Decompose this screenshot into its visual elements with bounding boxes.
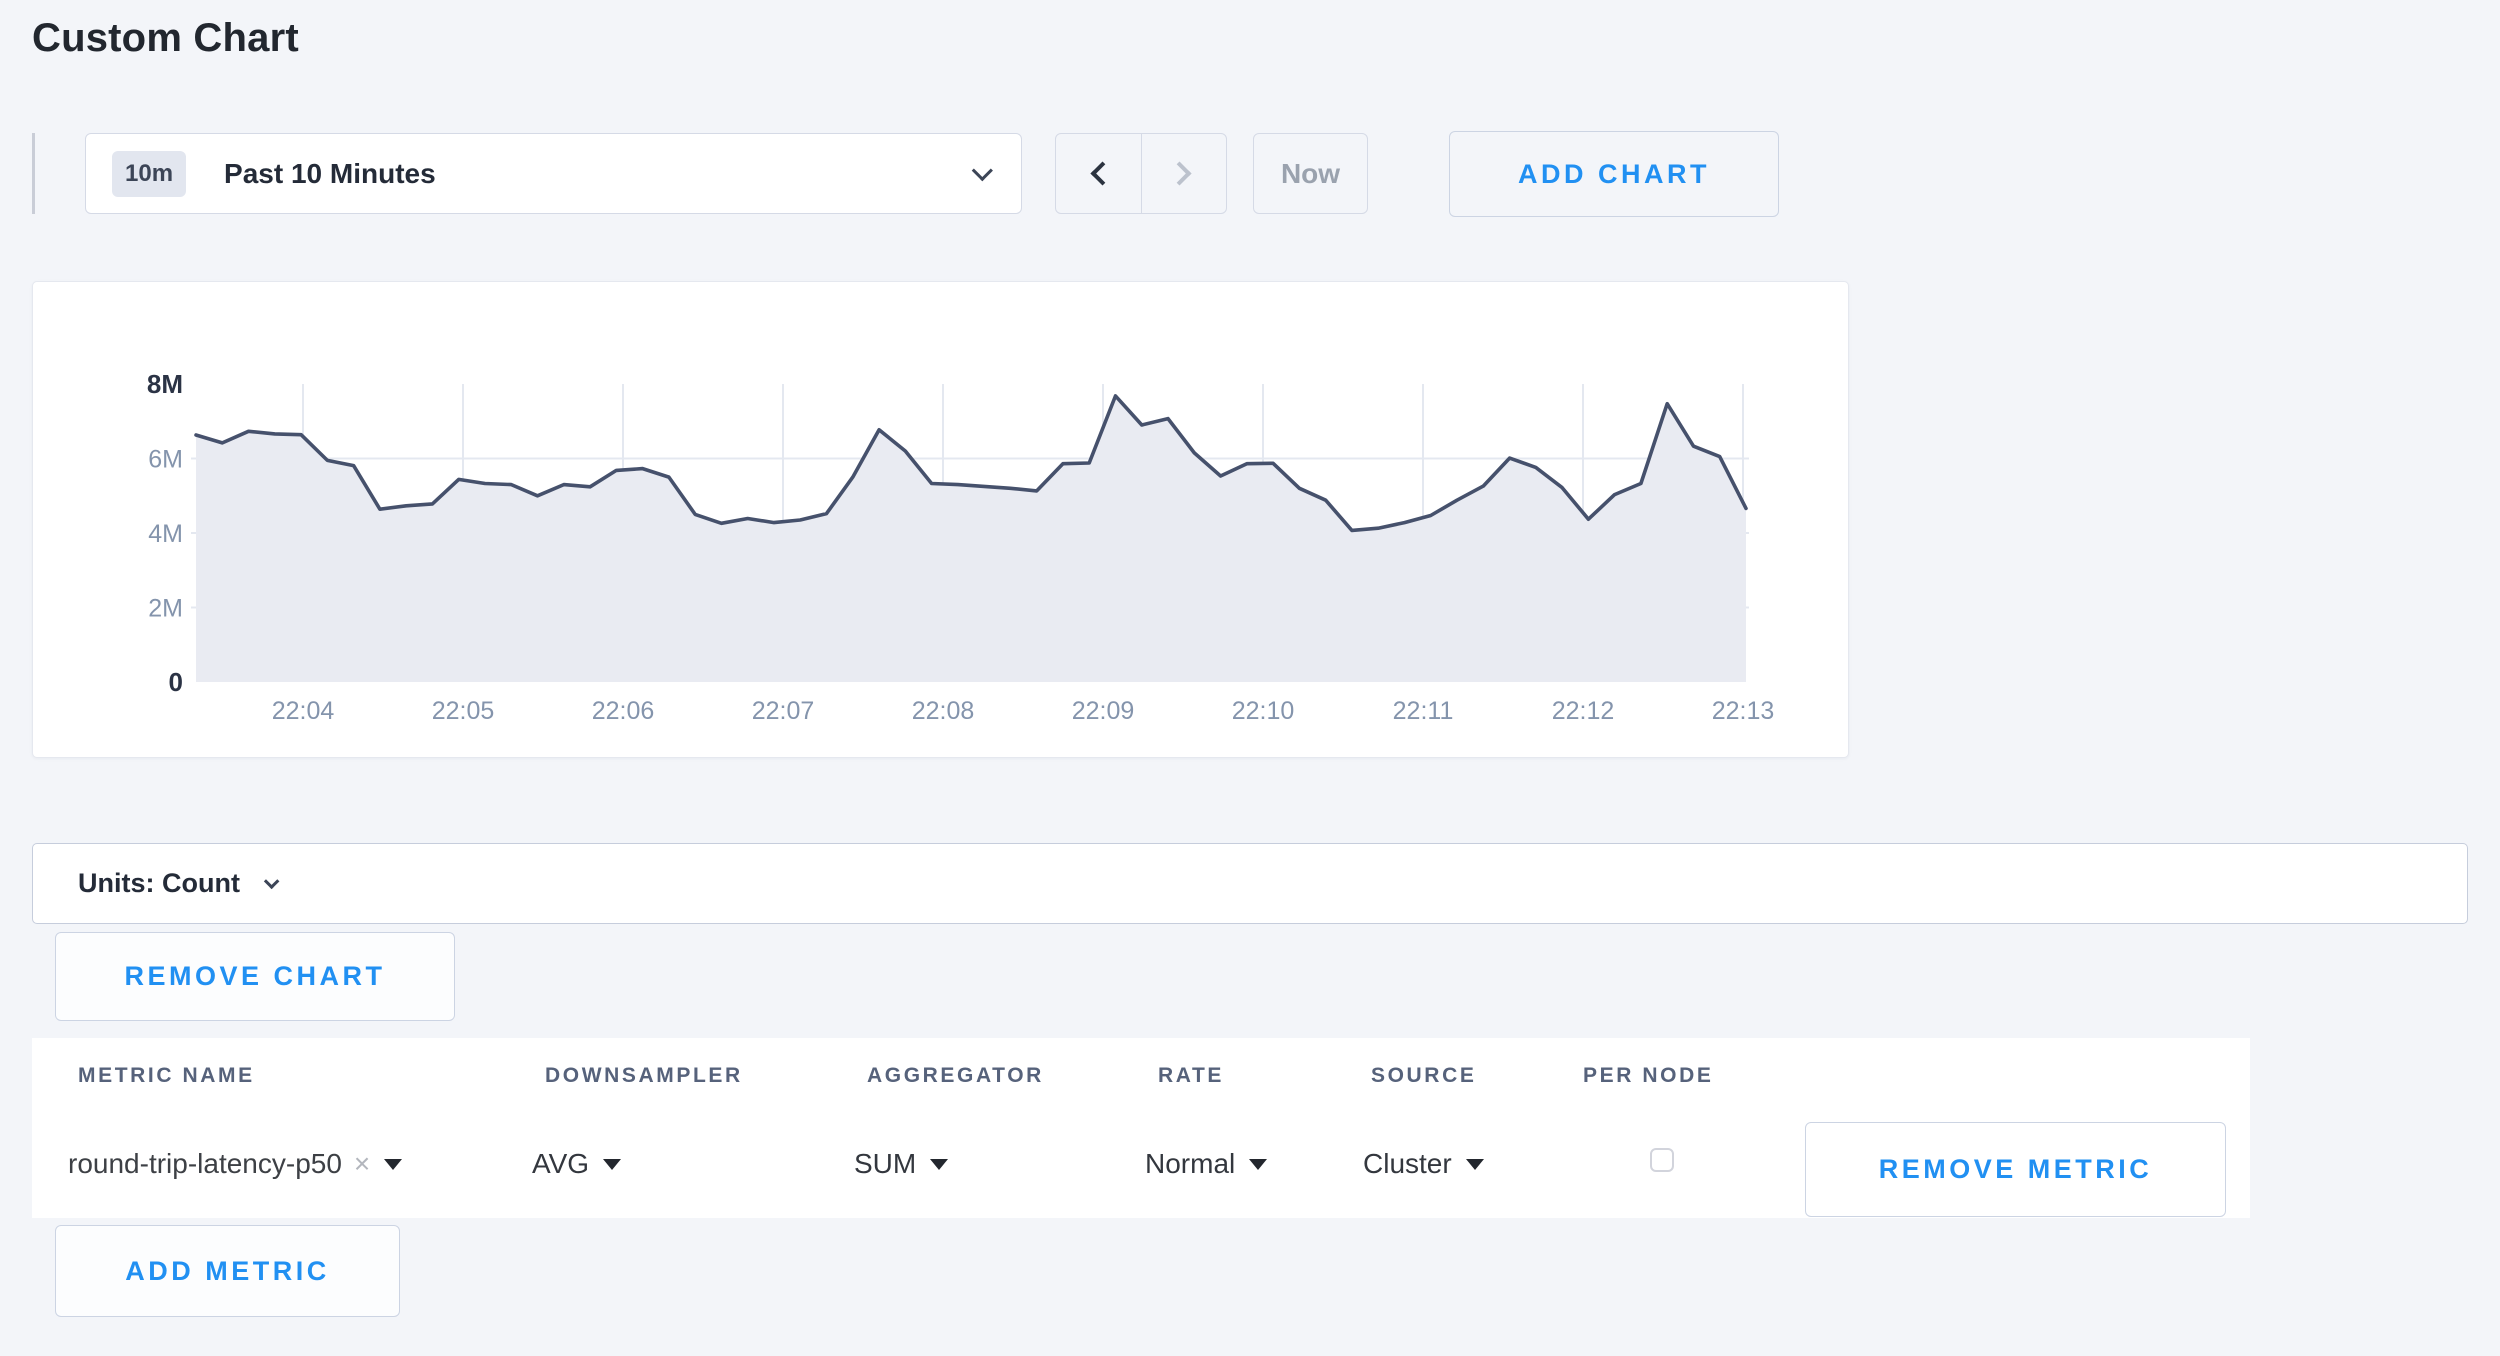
dropdown-caret-icon [384,1159,402,1170]
chevron-right-icon [1168,161,1192,185]
downsampler-select[interactable]: AVG [532,1134,621,1194]
units-dropdown[interactable]: Units: Count [32,843,2468,924]
add-chart-button[interactable]: ADD CHART [1449,131,1779,217]
time-range-dropdown[interactable]: 10m Past 10 Minutes [85,133,1022,214]
svg-text:6M: 6M [148,446,183,474]
units-label: Units: Count [78,868,240,899]
svg-text:22:09: 22:09 [1072,697,1135,725]
chart-card: 0 2M 4M 6M 8M 22:04 22:05 22:06 22:07 22:08 22:09 2… [32,281,1849,758]
svg-text:0: 0 [169,667,183,697]
chevron-left-icon [1090,161,1114,185]
rate-value: Normal [1145,1148,1235,1180]
svg-text:22:10: 22:10 [1232,697,1295,725]
dropdown-caret-icon [1466,1159,1484,1170]
svg-text:22:04: 22:04 [272,697,335,725]
column-header-downsampler: DOWNSAMPLER [545,1064,743,1088]
aggregator-value: SUM [854,1148,916,1180]
svg-text:8M: 8M [147,369,183,399]
rate-select[interactable]: Normal [1145,1134,1267,1194]
per-node-checkbox[interactable] [1650,1148,1674,1172]
source-value: Cluster [1363,1148,1452,1180]
remove-metric-button[interactable]: REMOVE METRIC [1805,1122,2226,1217]
toolbar-accent-divider [32,133,35,214]
timeseries-area-chart: 0 2M 4M 6M 8M 22:04 22:05 22:06 22:07 22:08 22:09 2… [33,282,1848,757]
add-metric-button[interactable]: ADD METRIC [55,1225,400,1317]
svg-text:22:08: 22:08 [912,697,975,725]
svg-text:22:05: 22:05 [432,697,495,725]
now-button[interactable]: Now [1253,133,1368,214]
source-select[interactable]: Cluster [1363,1134,1484,1194]
column-header-rate: RATE [1158,1064,1224,1088]
svg-text:22:11: 22:11 [1393,697,1454,725]
column-header-source: SOURCE [1371,1064,1476,1088]
time-range-label: Past 10 Minutes [224,158,972,190]
metric-name-value: round-trip-latency-p50 [68,1148,342,1180]
time-forward-button[interactable] [1141,134,1227,213]
svg-text:4M: 4M [148,520,183,548]
chevron-down-icon [264,874,280,890]
chevron-down-icon [972,160,993,181]
svg-text:22:06: 22:06 [592,697,655,725]
svg-text:2M: 2M [148,595,183,623]
time-back-button[interactable] [1056,134,1141,213]
remove-metric-tag-icon[interactable]: × [354,1148,370,1180]
dropdown-caret-icon [1249,1159,1267,1170]
remove-chart-button[interactable]: REMOVE CHART [55,932,455,1021]
column-header-metric-name: METRIC NAME [78,1064,255,1088]
dropdown-caret-icon [603,1159,621,1170]
column-header-aggregator: AGGREGATOR [867,1064,1044,1088]
downsampler-value: AVG [532,1148,589,1180]
aggregator-select[interactable]: SUM [854,1134,948,1194]
svg-text:22:12: 22:12 [1552,697,1615,725]
dropdown-caret-icon [930,1159,948,1170]
svg-text:22:13: 22:13 [1712,697,1775,725]
metric-name-select[interactable]: round-trip-latency-p50 × [68,1134,402,1194]
time-range-badge: 10m [112,151,186,197]
column-header-per-node: PER NODE [1583,1064,1714,1088]
time-pager [1055,133,1227,214]
page-title: Custom Chart [32,16,299,61]
svg-text:22:07: 22:07 [752,697,815,725]
metric-table: METRIC NAME DOWNSAMPLER AGGREGATOR RATE … [32,1038,2250,1218]
